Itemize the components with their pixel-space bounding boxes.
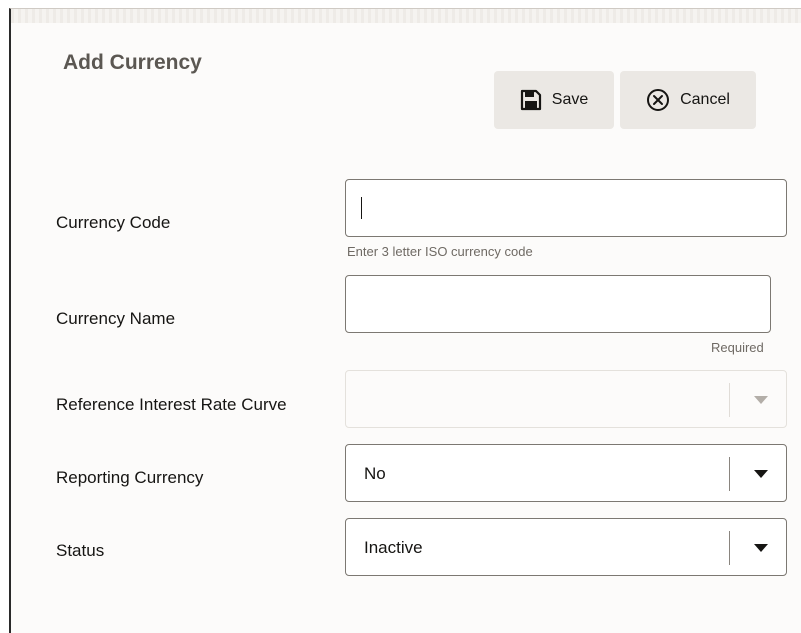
status-select[interactable]: Inactive	[345, 518, 787, 576]
save-disk-icon	[520, 89, 542, 111]
currency-code-input[interactable]	[346, 180, 786, 236]
cancel-button[interactable]: Cancel	[620, 71, 756, 129]
top-strip	[11, 9, 801, 23]
cancel-label: Cancel	[680, 91, 730, 108]
reporting-currency-select[interactable]: No	[345, 444, 787, 502]
select-divider	[729, 383, 730, 417]
status-value: Inactive	[364, 538, 423, 557]
status-label: Status	[56, 541, 105, 560]
save-button[interactable]: Save	[494, 71, 614, 129]
reference-interest-rate-curve-label: Reference Interest Rate Curve	[56, 395, 287, 414]
caret-down-icon[interactable]	[754, 544, 768, 552]
currency-code-field[interactable]	[345, 179, 787, 237]
circle-x-icon	[646, 88, 670, 112]
reporting-currency-value: No	[364, 464, 386, 483]
currency-code-help: Enter 3 letter ISO currency code	[347, 244, 533, 259]
caret-down-icon[interactable]	[754, 470, 768, 478]
reference-interest-rate-curve-select	[345, 370, 787, 428]
select-divider	[729, 457, 730, 491]
caret-down-icon	[754, 396, 768, 404]
page-title: Add Currency	[63, 51, 202, 74]
dialog: Add Currency Save Cancel Currency Code E…	[9, 8, 801, 633]
currency-name-label: Currency Name	[56, 309, 176, 328]
currency-name-field[interactable]	[345, 275, 771, 333]
select-divider	[729, 531, 730, 565]
currency-code-label: Currency Code	[56, 213, 171, 232]
text-caret	[361, 197, 362, 219]
save-label: Save	[551, 91, 589, 108]
currency-name-required: Required	[711, 340, 764, 355]
currency-name-input[interactable]	[346, 276, 770, 332]
reporting-currency-label: Reporting Currency	[56, 468, 204, 487]
